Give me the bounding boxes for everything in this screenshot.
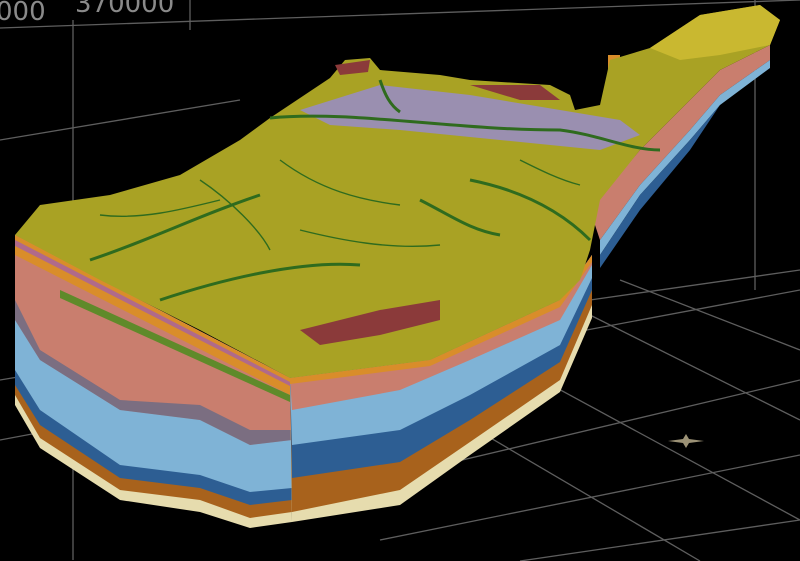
compass-star-icon[interactable] <box>668 434 704 448</box>
axis-label: 370000 <box>75 0 174 19</box>
3d-model-viewport[interactable]: 000 370000 <box>0 0 800 561</box>
axis-label: 000 <box>0 0 46 27</box>
geological-model-render: 000 370000 <box>0 0 800 561</box>
